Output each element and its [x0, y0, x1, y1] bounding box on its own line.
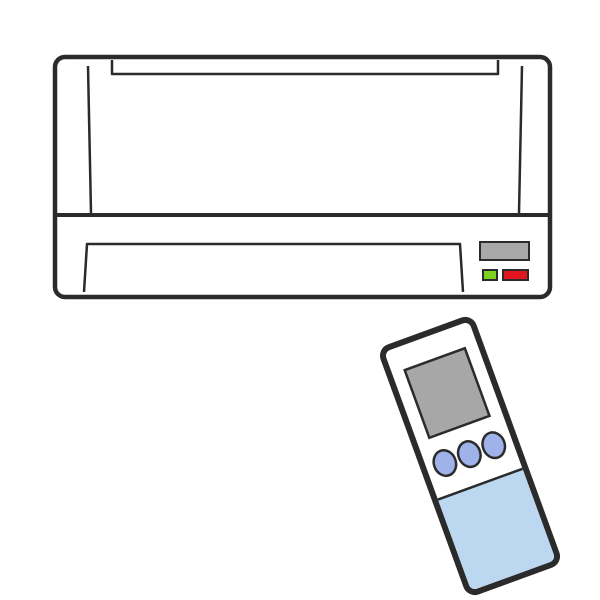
ac-display	[479, 241, 530, 261]
air-conditioner	[52, 54, 553, 300]
mode-indicator	[502, 269, 529, 281]
remote-control	[379, 316, 561, 596]
ac-body	[52, 54, 553, 300]
power-indicator	[482, 269, 498, 281]
illustration-canvas	[52, 54, 561, 596]
